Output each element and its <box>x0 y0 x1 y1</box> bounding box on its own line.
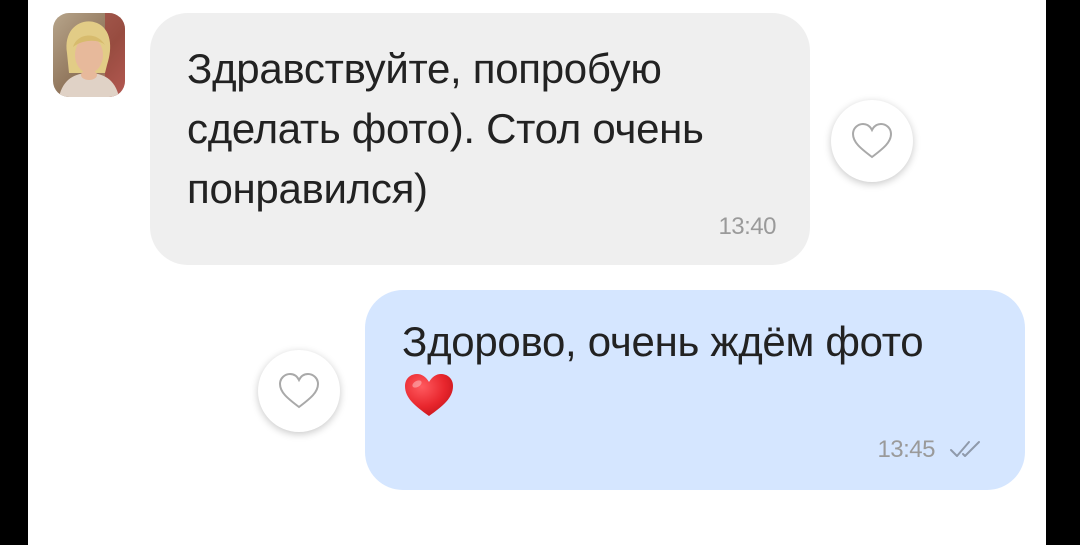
double-check-icon <box>950 441 980 457</box>
like-button[interactable] <box>258 350 340 432</box>
avatar[interactable] <box>53 13 125 97</box>
heart-outline-icon <box>851 122 893 159</box>
like-button[interactable] <box>831 100 913 182</box>
heart-outline-icon <box>278 372 320 409</box>
message-text: Здорово, очень ждём фото <box>402 318 924 365</box>
message-text: Здравствуйте, попробую сделать фото). Ст… <box>187 45 704 212</box>
chat-screen: Здравствуйте, попробую сделать фото). Ст… <box>28 0 1046 545</box>
avatar-photo <box>53 13 125 97</box>
message-bubble-incoming[interactable]: Здравствуйте, попробую сделать фото). Ст… <box>150 13 810 265</box>
message-bubble-outgoing[interactable]: Здорово, очень ждём фото 13:45 <box>365 290 1025 490</box>
message-time: 13:45 <box>877 436 935 463</box>
red-heart-emoji-icon <box>405 374 453 416</box>
message-time: 13:40 <box>718 213 776 240</box>
